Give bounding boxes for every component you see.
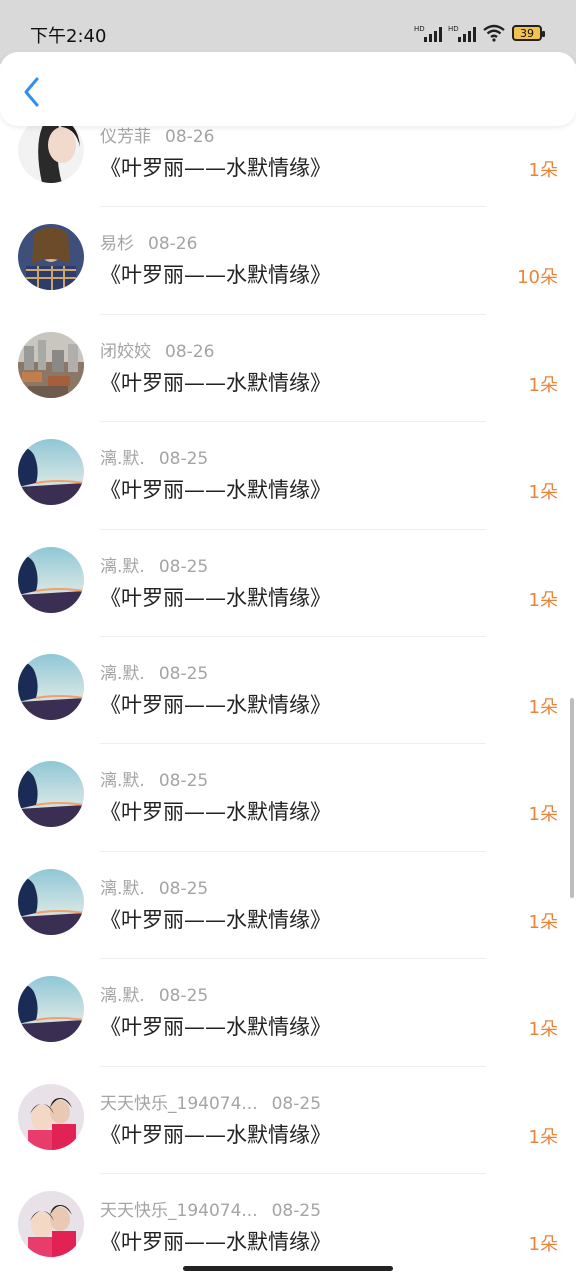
name-line: 漓.默. 08-25: [100, 444, 208, 469]
date-text: 08-26: [148, 234, 198, 255]
user-name[interactable]: 天天快乐_194074...: [100, 1094, 258, 1114]
flower-count: 1朵: [528, 1126, 558, 1148]
avatar[interactable]: [18, 761, 84, 828]
date-text: 08-25: [158, 771, 209, 792]
name-line: 闭姣姣 08-26: [100, 337, 214, 362]
work-title[interactable]: 《叶罗丽——水默情缘》: [100, 689, 331, 719]
date-text: 08-25: [271, 1093, 322, 1114]
avatar[interactable]: [18, 224, 84, 291]
signal-icon: HD: [414, 25, 442, 42]
list-item[interactable]: 闭姣姣 08-26 《叶罗丽——水默情缘》 1朵: [0, 315, 576, 423]
name-line: 漓.默. 08-25: [100, 766, 208, 791]
name-line: 易杉 08-26: [100, 229, 197, 254]
flower-count: 1朵: [528, 589, 558, 611]
user-name[interactable]: 仪芳菲: [100, 127, 151, 147]
name-line: 天天快乐_194074... 08-25: [100, 1196, 321, 1221]
chevron-left-icon: [24, 77, 39, 107]
user-name[interactable]: 漓.默.: [100, 986, 145, 1006]
name-line: 漓.默. 08-25: [100, 874, 208, 899]
work-title[interactable]: 《叶罗丽——水默情缘》: [100, 1011, 331, 1041]
screen: 下午2:40 HD HD 39 仪芳菲 08-26 《叶罗丽——水默情缘》 1朵…: [0, 0, 576, 1280]
avatar[interactable]: [18, 439, 84, 506]
work-title[interactable]: 《叶罗丽——水默情缘》: [100, 582, 331, 612]
user-name[interactable]: 天天快乐_194074...: [100, 1201, 258, 1221]
user-name[interactable]: 漓.默.: [100, 557, 145, 577]
flower-count: 1朵: [528, 160, 558, 181]
home-indicator[interactable]: [183, 1266, 393, 1271]
battery-icon: 39: [512, 25, 545, 41]
nav-bar: [0, 52, 576, 126]
list-item[interactable]: 天天快乐_194074... 08-25 《叶罗丽——水默情缘》 1朵: [0, 1067, 576, 1174]
avatar[interactable]: [18, 1083, 84, 1150]
user-name[interactable]: 漓.默.: [100, 879, 145, 899]
work-title[interactable]: 《叶罗丽——水默情缘》: [100, 796, 331, 826]
avatar[interactable]: [18, 331, 84, 398]
list-item[interactable]: 天天快乐_194074... 08-25 《叶罗丽——水默情缘》 1朵: [0, 1174, 576, 1280]
user-name[interactable]: 漓.默.: [100, 664, 145, 684]
battery-level: 39: [520, 26, 534, 40]
status-icons: HD HD 39: [414, 22, 545, 44]
flower-count: 1朵: [528, 804, 558, 826]
date-text: 08-25: [158, 986, 209, 1007]
work-title[interactable]: 《叶罗丽——水默情缘》: [100, 1226, 331, 1256]
name-line: 天天快乐_194074... 08-25: [100, 1089, 321, 1114]
date-text: 08-26: [165, 127, 215, 147]
list-item[interactable]: 漓.默. 08-25 《叶罗丽——水默情缘》 1朵: [0, 530, 576, 637]
date-text: 08-25: [158, 878, 209, 899]
svg-text:HD: HD: [414, 25, 425, 33]
flower-count: 1朵: [528, 1019, 558, 1041]
work-title[interactable]: 《叶罗丽——水默情缘》: [100, 904, 331, 934]
back-button[interactable]: [14, 74, 50, 110]
work-title[interactable]: 《叶罗丽——水默情缘》: [100, 1119, 331, 1149]
list-item[interactable]: 漓.默. 08-25 《叶罗丽——水默情缘》 1朵: [0, 852, 576, 960]
avatar[interactable]: [18, 654, 84, 720]
flower-count: 1朵: [528, 374, 558, 396]
svg-text:HD: HD: [448, 25, 459, 33]
list-item[interactable]: 漓.默. 08-25 《叶罗丽——水默情缘》 1朵: [0, 959, 576, 1067]
list-item[interactable]: 漓.默. 08-25 《叶罗丽——水默情缘》 1朵: [0, 422, 576, 530]
name-line: 漓.默. 08-25: [100, 659, 208, 684]
list-item[interactable]: 漓.默. 08-25 《叶罗丽——水默情缘》 1朵: [0, 744, 576, 852]
user-name[interactable]: 漓.默.: [100, 771, 145, 791]
work-title[interactable]: 《叶罗丽——水默情缘》: [100, 367, 331, 397]
date-text: 08-25: [158, 449, 209, 470]
avatar[interactable]: [18, 117, 84, 183]
signal-icon: HD: [448, 25, 476, 42]
flower-count: 1朵: [528, 1234, 558, 1255]
user-name[interactable]: 漓.默.: [100, 449, 145, 469]
flower-count: 1朵: [528, 697, 558, 718]
avatar[interactable]: [18, 546, 84, 613]
flower-count: 1朵: [528, 482, 558, 504]
name-line: 漓.默. 08-25: [100, 552, 208, 577]
user-name[interactable]: 闭姣姣: [100, 342, 151, 362]
status-time: 下午2:40: [30, 26, 107, 47]
date-text: 08-25: [158, 556, 209, 577]
name-line: 漓.默. 08-25: [100, 981, 208, 1006]
wifi-icon: [483, 24, 505, 42]
avatar[interactable]: [18, 976, 84, 1043]
flower-count: 10朵: [517, 267, 558, 289]
flower-count: 1朵: [528, 911, 558, 933]
work-title[interactable]: 《叶罗丽——水默情缘》: [100, 152, 331, 182]
avatar[interactable]: [18, 1191, 84, 1257]
date-text: 08-25: [271, 1201, 322, 1221]
work-title[interactable]: 《叶罗丽——水默情缘》: [100, 259, 331, 289]
scrollbar[interactable]: [570, 698, 574, 898]
user-name[interactable]: 易杉: [100, 234, 134, 254]
list-item[interactable]: 漓.默. 08-25 《叶罗丽——水默情缘》 1朵: [0, 637, 576, 745]
date-text: 08-25: [158, 664, 209, 684]
work-title[interactable]: 《叶罗丽——水默情缘》: [100, 474, 331, 504]
list-item[interactable]: 易杉 08-26 《叶罗丽——水默情缘》 10朵: [0, 207, 576, 315]
avatar[interactable]: [18, 868, 84, 935]
date-text: 08-26: [165, 341, 215, 362]
